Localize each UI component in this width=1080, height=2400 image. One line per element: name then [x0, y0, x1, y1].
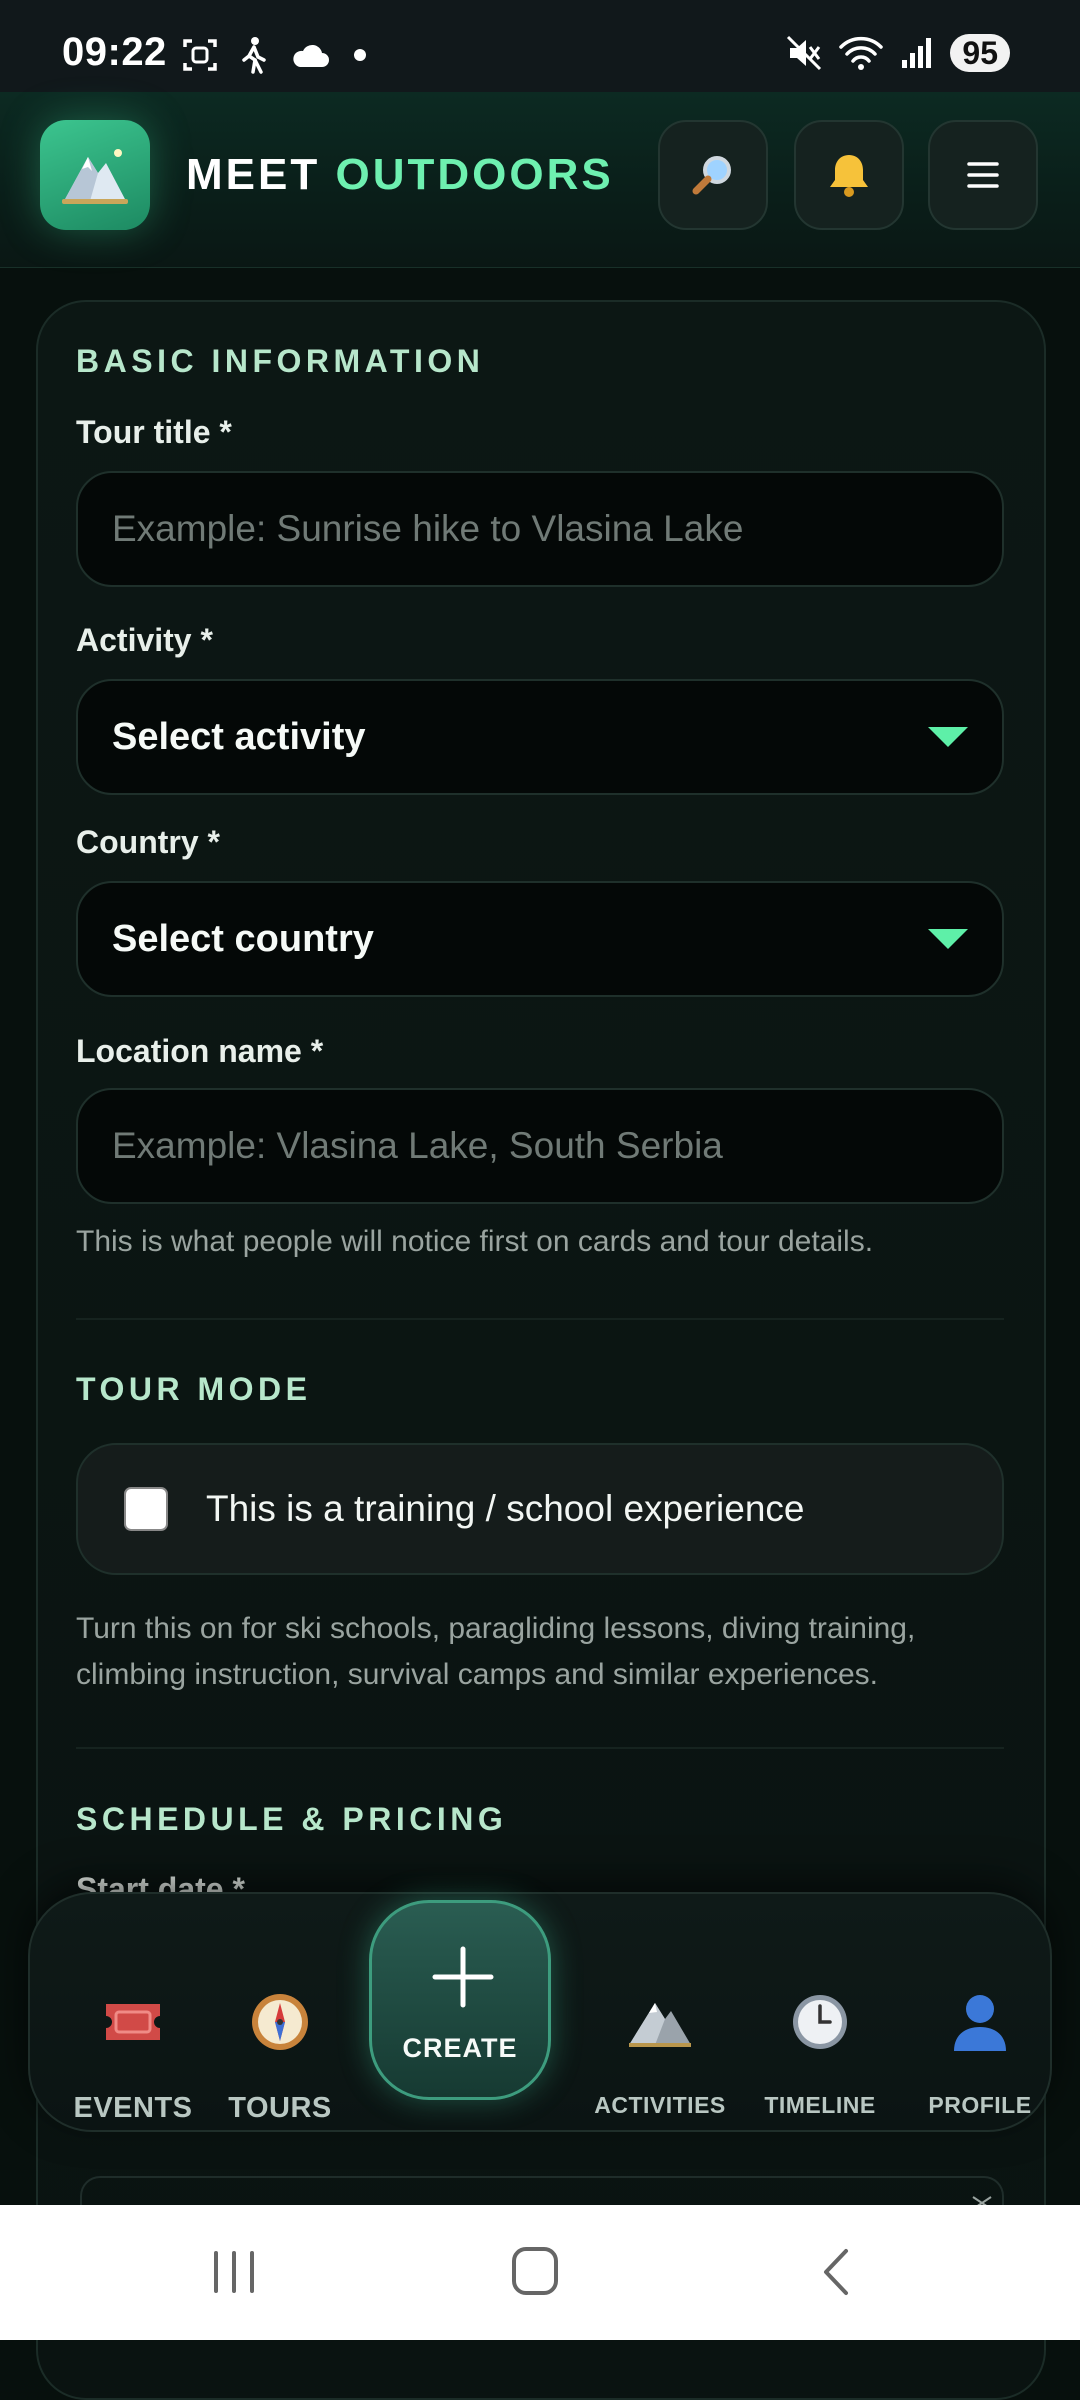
nav-label-timeline: TIMELINE — [764, 2092, 876, 2118]
notifications-button[interactable] — [794, 120, 904, 230]
section-title-basic-information: BASIC INFORMATION — [76, 343, 485, 379]
mountain-icon — [629, 2003, 691, 2047]
section-title-tour-mode: TOUR MODE — [76, 1371, 312, 1407]
tour-title-label: Tour title * — [76, 414, 232, 450]
back-icon[interactable] — [820, 2247, 852, 2297]
nav-label-events: EVENTS — [73, 2092, 193, 2124]
recent-apps-icon[interactable] — [210, 2249, 258, 2295]
wifi-icon — [839, 36, 884, 70]
plus-icon — [432, 1946, 494, 2008]
system-navigation-bar — [0, 2205, 1080, 2340]
country-select[interactable]: Select country — [76, 881, 1004, 997]
dot-icon — [354, 49, 366, 61]
hamburger-menu-icon — [967, 162, 999, 188]
brand-word-meet: MEET — [186, 150, 321, 199]
basic-info-helper-text: This is what people will notice first on… — [76, 1225, 874, 1258]
brand-title: MEET OUTDOORS — [186, 150, 614, 200]
create-button-label: CREATE — [402, 2033, 518, 2063]
compass-icon — [252, 1994, 308, 2050]
nav-item-events[interactable]: EVENTS — [58, 1894, 208, 2134]
nav-label-profile: PROFILE — [928, 2092, 1032, 2118]
activity-label: Activity * — [76, 622, 213, 658]
bell-icon — [830, 155, 868, 197]
country-label: Country * — [76, 824, 220, 860]
status-bar: 09:22 95 — [0, 0, 1080, 92]
nav-item-timeline[interactable]: TIMELINE — [740, 1894, 900, 2134]
walking-icon — [242, 37, 266, 74]
section-divider — [76, 1747, 1004, 1749]
training-checkbox-label: This is a training / school experience — [206, 1488, 805, 1529]
search-icon — [692, 156, 731, 195]
section-title-schedule-pricing: SCHEDULE & PRICING — [76, 1801, 508, 1837]
mute-icon — [787, 35, 822, 71]
training-checkbox[interactable] — [124, 1487, 168, 1531]
activity-select[interactable]: Select activity — [76, 679, 1004, 795]
home-icon[interactable] — [510, 2245, 560, 2297]
location-name-input[interactable] — [76, 1088, 1004, 1204]
nav-item-tours[interactable]: TOURS — [210, 1894, 350, 2134]
country-select-value: Select country — [112, 917, 374, 960]
clock-icon — [793, 1995, 847, 2049]
form-field-behind-nav — [80, 2176, 1004, 2208]
training-toggle-row[interactable]: This is a training / school experience — [76, 1443, 1004, 1575]
mountain-logo-icon — [62, 149, 128, 204]
tour-mode-helper-text: Turn this on for ski schools, paraglidin… — [76, 1612, 916, 1691]
brand-word-outdoors: OUTDOORS — [335, 150, 614, 199]
status-time: 09:22 — [62, 30, 167, 74]
ticket-icon — [106, 2004, 160, 2040]
battery-badge: 95 — [950, 34, 1010, 72]
tour-title-input[interactable] — [76, 471, 1004, 587]
nav-item-activities[interactable]: ACTIVITIES — [570, 1894, 750, 2134]
nav-label-tours: TOURS — [228, 2092, 332, 2124]
dropdown-arrow-icon — [928, 929, 968, 949]
menu-button[interactable] — [928, 120, 1038, 230]
screenshot-icon — [183, 39, 217, 71]
cloud-icon — [293, 44, 329, 67]
activity-select-value: Select activity — [112, 715, 366, 758]
nav-item-profile[interactable]: PROFILE — [900, 1894, 1060, 2134]
signal-icon — [902, 38, 932, 68]
section-divider — [76, 1318, 1004, 1320]
profile-icon — [954, 1995, 1006, 2051]
app-header: MEET OUTDOORS — [0, 92, 1080, 268]
app-logo[interactable] — [40, 120, 150, 230]
location-name-label: Location name * — [76, 1033, 324, 1069]
dropdown-arrow-icon — [928, 727, 968, 747]
search-button[interactable] — [658, 120, 768, 230]
nav-label-activities: ACTIVITIES — [594, 2092, 726, 2118]
create-button[interactable]: CREATE — [369, 1900, 551, 2100]
